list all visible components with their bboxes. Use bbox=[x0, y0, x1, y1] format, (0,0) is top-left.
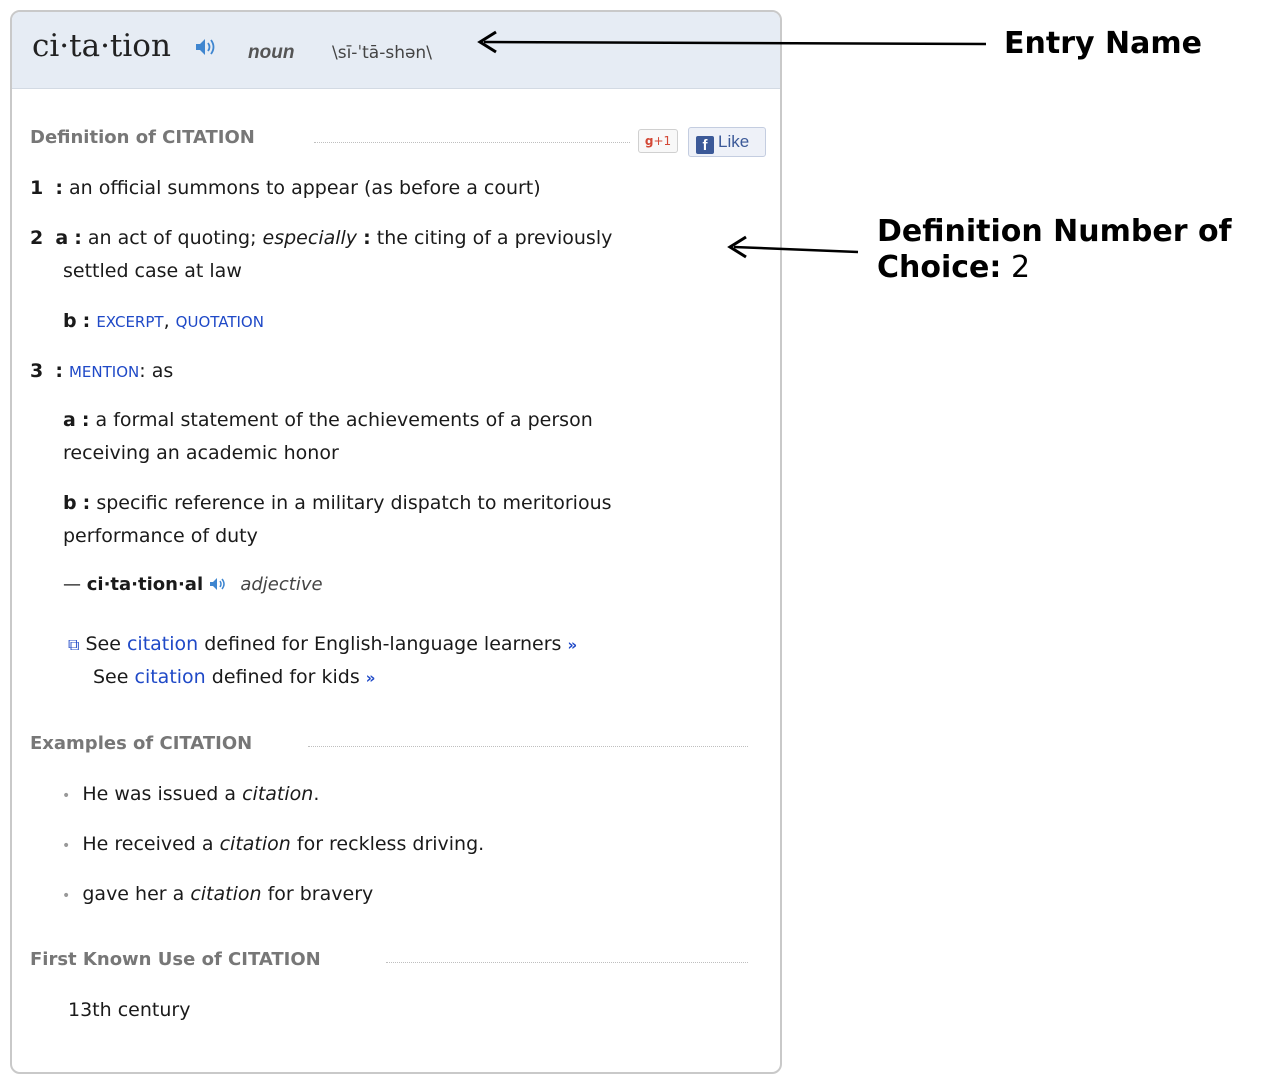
entry-name-callout: Entry Name bbox=[1004, 26, 1202, 61]
definition-choice-callout: Definition Number of bbox=[877, 214, 1232, 249]
annotation-arrows bbox=[477, 30, 987, 259]
definition-choice-value: Choice: 2 bbox=[877, 250, 1031, 285]
